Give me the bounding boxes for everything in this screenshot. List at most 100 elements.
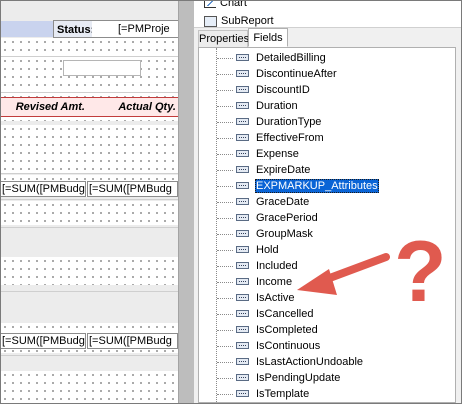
field-item[interactable]: IsPendingUpdate <box>199 370 455 386</box>
tree-connector <box>217 378 233 379</box>
field-icon <box>236 294 249 301</box>
tree-connector <box>217 362 233 363</box>
group-header-band[interactable] <box>1 38 178 56</box>
field-label: GroupMask <box>256 228 313 240</box>
chart-icon <box>204 1 216 8</box>
status-label[interactable]: Status: <box>53 20 94 38</box>
field-icon <box>236 262 249 269</box>
field-item[interactable]: DetailedBilling <box>199 50 455 66</box>
fields-tree[interactable]: DetailedBilling DiscontinueAfter DiscountI… <box>198 47 456 403</box>
field-label: Hold <box>256 244 279 256</box>
status-spacer-box[interactable] <box>92 20 116 38</box>
field-icon <box>236 390 249 397</box>
tree-connector <box>217 330 233 331</box>
revised-amt-header[interactable]: Revised Amt. <box>1 97 87 117</box>
band-separator <box>1 227 178 228</box>
field-label: ExpireDate <box>256 164 311 176</box>
band-separator <box>1 355 178 356</box>
status-value-field[interactable]: [=PMProje <box>116 20 178 38</box>
field-item[interactable]: Included <box>199 258 455 274</box>
field-item[interactable]: ExpireDate <box>199 162 455 178</box>
tree-connector <box>217 394 233 395</box>
field-icon <box>236 86 249 93</box>
field-label: IsLastActionUndoable <box>256 356 364 368</box>
field-label: Expense <box>256 148 299 160</box>
field-label: DiscountID <box>256 84 310 96</box>
field-icon <box>236 166 249 173</box>
sum-cell[interactable]: [=SUM([PMBudg <box>87 333 178 349</box>
tab-fields[interactable]: Fields <box>248 28 288 47</box>
field-label: IsCancelled <box>256 308 314 320</box>
footer-band-1[interactable] <box>1 201 178 225</box>
field-label: Included <box>256 260 298 272</box>
tree-connector <box>217 90 233 91</box>
field-item[interactable]: DiscontinueAfter <box>199 66 455 82</box>
field-item[interactable]: IsLastActionUndoable <box>199 354 455 370</box>
field-label: Income <box>256 276 293 288</box>
field-item[interactable]: GraceDate <box>199 194 455 210</box>
field-item[interactable]: DiscountID <box>199 82 455 98</box>
field-label: EXPMARKUP_Attributes <box>255 179 379 193</box>
field-label: IsContinuous <box>256 340 321 352</box>
report-footer-band[interactable] <box>1 371 178 403</box>
tab-properties[interactable]: Properties <box>198 30 249 47</box>
tree-connector <box>217 202 233 203</box>
field-label: Duration <box>256 100 298 112</box>
field-label: GracePeriod <box>256 212 318 224</box>
field-icon <box>236 102 249 109</box>
field-item[interactable]: EffectiveFrom <box>199 130 455 146</box>
field-item[interactable]: Expense <box>199 146 455 162</box>
field-item[interactable]: Hold <box>199 242 455 258</box>
band-separator <box>1 199 178 200</box>
detail-band-2[interactable] <box>1 125 178 173</box>
toolbox-list: Chart SubReport <box>194 1 461 28</box>
report-designer-surface[interactable]: Status: [=PMProje Revised Amt. Actual Qt… <box>1 1 178 403</box>
field-item[interactable]: GroupMask <box>199 226 455 242</box>
toolbox-item-subreport[interactable]: SubReport <box>204 15 274 27</box>
band-separator <box>1 173 178 174</box>
toolbox-item-chart[interactable]: Chart <box>204 1 247 9</box>
band-separator <box>1 291 178 292</box>
field-icon <box>236 182 249 189</box>
splitter[interactable] <box>178 1 194 403</box>
field-label: DiscontinueAfter <box>256 68 337 80</box>
field-icon <box>236 246 249 253</box>
tree-connector <box>217 58 233 59</box>
field-item[interactable]: IsCancelled <box>199 306 455 322</box>
field-icon <box>236 230 249 237</box>
footer-band-2[interactable] <box>1 257 178 285</box>
field-label: DurationType <box>256 116 322 128</box>
tree-connector <box>217 106 233 107</box>
subreport-icon <box>204 15 217 27</box>
field-icon <box>236 198 249 205</box>
blank-textbox[interactable] <box>63 60 141 76</box>
field-item[interactable]: EXPMARKUP_Attributes <box>199 178 455 194</box>
field-item[interactable]: IsCompleted <box>199 322 455 338</box>
actual-qty-header[interactable]: Actual Qty. <box>87 97 178 117</box>
field-item[interactable]: IsActive <box>199 290 455 306</box>
toolbox-item-label: SubReport <box>221 15 274 27</box>
field-item[interactable]: Income <box>199 274 455 290</box>
field-item[interactable]: GracePeriod <box>199 210 455 226</box>
tree-connector <box>217 234 233 235</box>
field-icon <box>236 278 249 285</box>
field-label: IsCompleted <box>256 324 318 336</box>
field-icon <box>236 358 249 365</box>
field-item[interactable]: Duration <box>199 98 455 114</box>
tree-connector <box>217 138 233 139</box>
field-item[interactable]: IsContinuous <box>199 338 455 354</box>
field-label: IsPendingUpdate <box>256 372 341 384</box>
tree-connector <box>217 218 233 219</box>
sum-cell[interactable]: [=SUM([PMBudg <box>1 181 86 197</box>
sum-cell[interactable]: [=SUM([PMBudg <box>87 181 178 197</box>
side-panel: Chart SubReport Properties Fields Detail… <box>194 1 461 403</box>
tree-connector <box>217 122 233 123</box>
field-icon <box>236 70 249 77</box>
field-icon <box>236 214 249 221</box>
tree-connector <box>217 186 233 187</box>
sum-cell[interactable]: [=SUM([PMBudg <box>1 333 86 349</box>
tree-connector <box>217 74 233 75</box>
tree-connector <box>217 154 233 155</box>
field-item[interactable]: DurationType <box>199 114 455 130</box>
field-item[interactable]: IsTemplate <box>199 386 455 402</box>
